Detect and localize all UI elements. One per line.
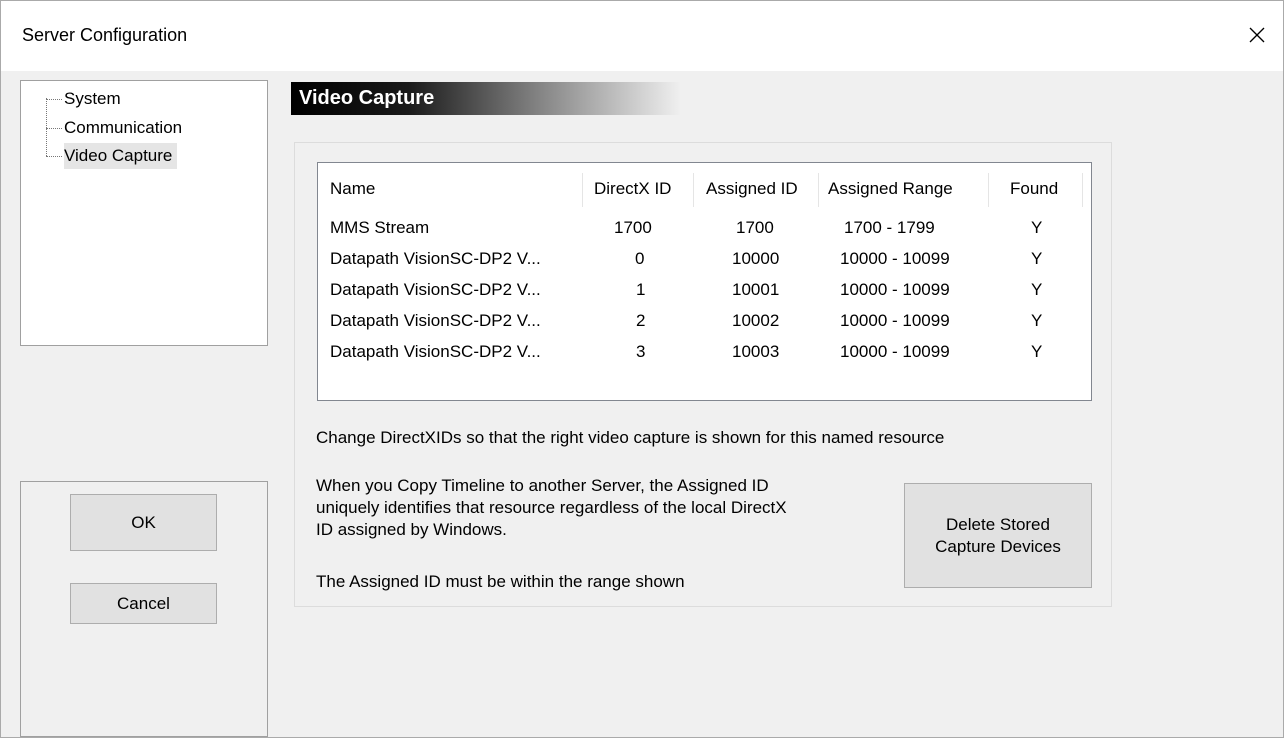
cell-directx-id: 3 [636, 342, 646, 361]
delete-label-line: Capture Devices [935, 536, 1061, 556]
section-title: Video Capture [299, 87, 435, 109]
close-button[interactable] [1237, 15, 1277, 55]
delete-label-line: Delete Stored [946, 514, 1050, 534]
note-line: ID assigned by Windows. [316, 520, 507, 539]
tree-item-label: Communication [64, 118, 183, 137]
cell-assigned-range: 1700 - 1799 [844, 218, 935, 237]
cell-assigned-id: 10000 [732, 249, 780, 268]
cancel-label: Cancel [117, 593, 170, 613]
cell-name: Datapath VisionSC-DP2 V... [330, 311, 541, 330]
column-header-directx-id[interactable]: DirectX ID [594, 171, 671, 207]
copy-timeline-note: When you Copy Timeline to another Server… [316, 475, 787, 541]
section-header: Video Capture [291, 82, 681, 115]
tree-item-label: Video Capture [64, 143, 178, 169]
table-row[interactable]: Datapath VisionSC-DP2 V... 3 10003 10000… [318, 336, 1091, 367]
column-header-assigned-id[interactable]: Assigned ID [706, 171, 798, 207]
cancel-button[interactable]: Cancel [70, 583, 217, 624]
table-row[interactable]: MMS Stream 1700 1700 1700 - 1799 Y [318, 212, 1091, 243]
capture-devices-table[interactable]: Name DirectX ID Assigned ID Assigned Ran… [317, 162, 1092, 401]
change-directx-note: Change DirectXIDs so that the right vide… [316, 428, 945, 447]
table-row[interactable]: Datapath VisionSC-DP2 V... 2 10002 10000… [318, 305, 1091, 336]
window-title: Server Configuration [22, 25, 188, 45]
column-header-found[interactable]: Found [1010, 171, 1058, 207]
cell-found: Y [1031, 249, 1043, 268]
ok-label: OK [131, 512, 156, 532]
close-icon [1249, 27, 1265, 43]
cell-found: Y [1031, 280, 1043, 299]
cell-assigned-id: 10001 [732, 280, 780, 299]
tree-item-label: System [64, 89, 121, 108]
cell-found: Y [1031, 311, 1043, 330]
ok-button[interactable]: OK [70, 494, 217, 551]
server-configuration-dialog: Server Configuration System Communicatio… [0, 0, 1284, 738]
action-panel: OK Cancel [20, 481, 268, 737]
tree-line-icon [46, 98, 47, 156]
delete-stored-capture-devices-button[interactable]: Delete Stored Capture Devices [904, 483, 1092, 588]
note-line: When you Copy Timeline to another Server… [316, 476, 769, 495]
table-header: Name DirectX ID Assigned ID Assigned Ran… [318, 171, 1091, 207]
title-bar: Server Configuration [1, 1, 1283, 71]
cell-assigned-id: 10002 [732, 311, 780, 330]
cell-name: Datapath VisionSC-DP2 V... [330, 342, 541, 361]
column-header-name[interactable]: Name [330, 171, 375, 207]
cell-assigned-id: 1700 [736, 218, 774, 237]
cell-assigned-range: 10000 - 10099 [840, 280, 950, 299]
settings-tree[interactable]: System Communication Video Capture [20, 80, 268, 346]
cell-directx-id: 0 [635, 249, 645, 268]
column-header-assigned-range[interactable]: Assigned Range [828, 171, 953, 207]
cell-found: Y [1031, 218, 1043, 237]
cell-name: MMS Stream [330, 218, 430, 237]
assigned-range-note: The Assigned ID must be within the range… [316, 572, 685, 591]
cell-name: Datapath VisionSC-DP2 V... [330, 249, 541, 268]
table-row[interactable]: Datapath VisionSC-DP2 V... 1 10001 10000… [318, 274, 1091, 305]
cell-directx-id: 1 [636, 280, 646, 299]
table-row[interactable]: Datapath VisionSC-DP2 V... 0 10000 10000… [318, 243, 1091, 274]
cell-assigned-range: 10000 - 10099 [840, 249, 950, 268]
cell-assigned-range: 10000 - 10099 [840, 311, 950, 330]
cell-directx-id: 2 [636, 311, 646, 330]
cell-name: Datapath VisionSC-DP2 V... [330, 280, 541, 299]
cell-directx-id: 1700 [614, 218, 652, 237]
cell-assigned-id: 10003 [732, 342, 780, 361]
cell-assigned-range: 10000 - 10099 [840, 342, 950, 361]
note-line: uniquely identifies that resource regard… [316, 498, 787, 517]
cell-found: Y [1031, 342, 1043, 361]
